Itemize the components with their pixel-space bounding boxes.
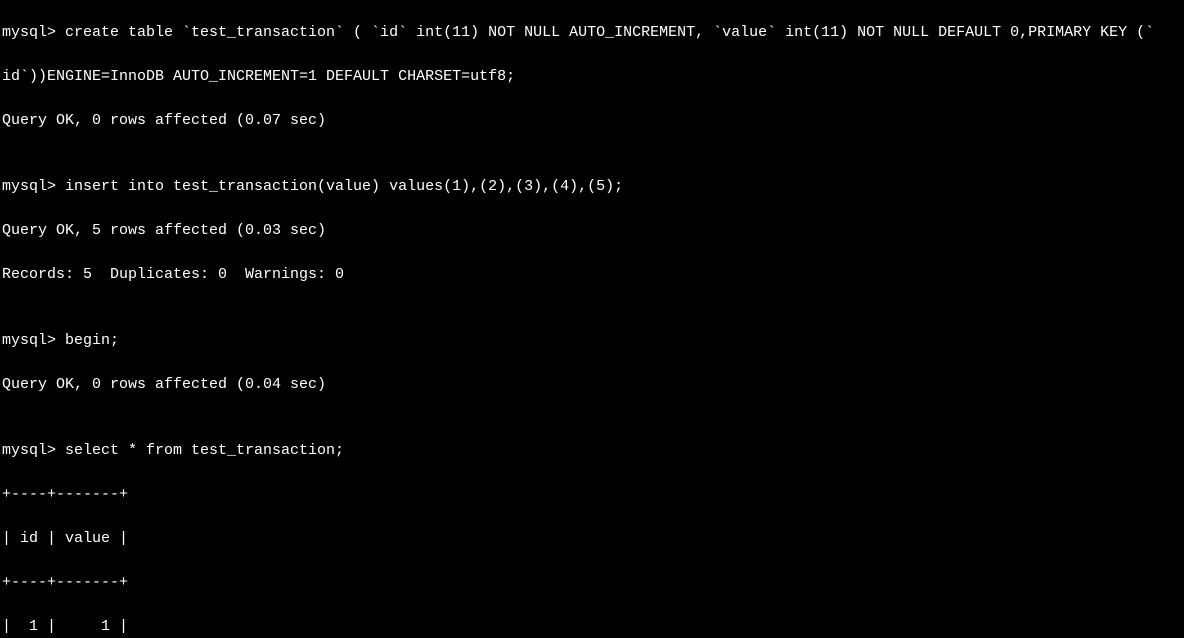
terminal-output[interactable]: mysql> create table `test_transaction` (… (0, 0, 1184, 638)
table-border: +----+-------+ (2, 484, 1182, 506)
terminal-line: id`))ENGINE=InnoDB AUTO_INCREMENT=1 DEFA… (2, 66, 1182, 88)
terminal-line: mysql> select * from test_transaction; (2, 440, 1182, 462)
table-row: | 1 | 1 | (2, 616, 1182, 638)
table-border: +----+-------+ (2, 572, 1182, 594)
terminal-line: mysql> create table `test_transaction` (… (2, 22, 1182, 44)
terminal-line: mysql> insert into test_transaction(valu… (2, 176, 1182, 198)
terminal-line: Query OK, 0 rows affected (0.07 sec) (2, 110, 1182, 132)
terminal-line: Records: 5 Duplicates: 0 Warnings: 0 (2, 264, 1182, 286)
terminal-line: mysql> begin; (2, 330, 1182, 352)
terminal-line: Query OK, 0 rows affected (0.04 sec) (2, 374, 1182, 396)
terminal-line: Query OK, 5 rows affected (0.03 sec) (2, 220, 1182, 242)
table-header: | id | value | (2, 528, 1182, 550)
